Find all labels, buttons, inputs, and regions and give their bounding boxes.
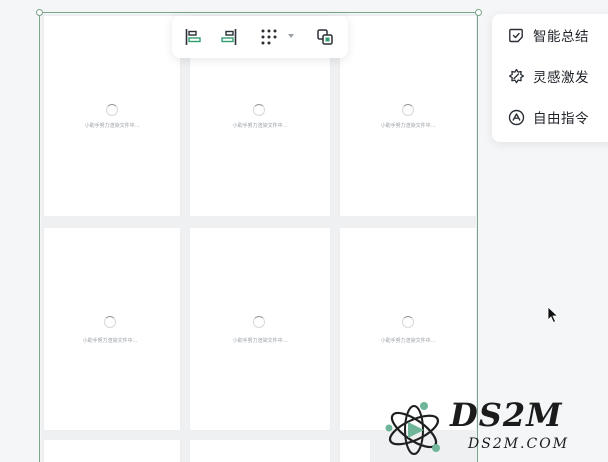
- selection-frame[interactable]: [39, 12, 478, 462]
- menu-item-inspiration[interactable]: 灵感激发: [508, 63, 589, 89]
- align-left-icon: [185, 29, 201, 45]
- floating-toolbar: [172, 16, 348, 58]
- resize-handle-top-right[interactable]: [475, 9, 482, 16]
- menu-item-label: 灵感激发: [533, 70, 589, 86]
- mouse-pointer-icon: [547, 306, 559, 324]
- grid-layout-button[interactable]: [256, 25, 282, 49]
- menu-item-label: 智能总结: [533, 29, 589, 45]
- ai-assistant-menu: 智能总结 灵感激发 自由指令: [492, 14, 608, 142]
- command-a-icon: [508, 109, 525, 125]
- inspiration-burst-icon: [508, 68, 525, 83]
- menu-item-label: 自由指令: [533, 111, 589, 127]
- summary-note-icon: [509, 28, 523, 42]
- menu-item-smart-summary[interactable]: 智能总结: [508, 22, 589, 48]
- align-right-icon: [221, 29, 237, 45]
- chevron-down-icon[interactable]: [288, 34, 294, 38]
- align-left-button[interactable]: [180, 25, 206, 49]
- align-right-button[interactable]: [216, 25, 242, 49]
- menu-item-free-command[interactable]: 自由指令: [508, 104, 589, 130]
- watermark-subtitle: DS2M.COM: [468, 436, 570, 452]
- grid-layout-icon: [261, 29, 277, 45]
- group-icon: [317, 29, 333, 45]
- atom-logo-icon: [385, 402, 440, 455]
- group-button[interactable]: [312, 25, 338, 49]
- resize-handle-top-left[interactable]: [36, 9, 43, 16]
- whiteboard-canvas[interactable]: 小助手努力渲染文件中... 小助手努力渲染文件中... 小助手努力渲染文件中..…: [0, 0, 608, 462]
- watermark-logo: DS2M DS2M.COM: [384, 396, 608, 462]
- watermark-title: DS2M: [450, 396, 563, 434]
